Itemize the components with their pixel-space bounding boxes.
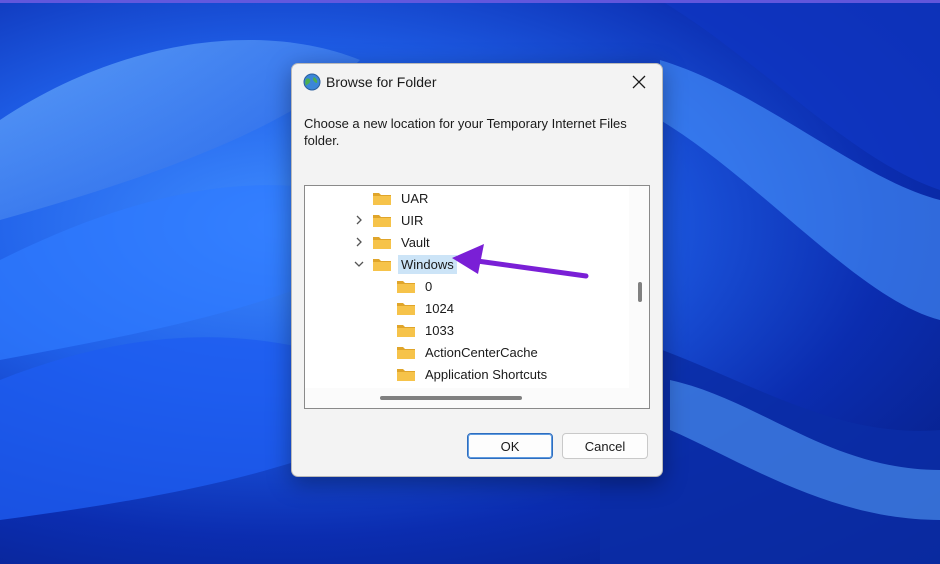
tree-item-label: UAR	[401, 190, 429, 206]
tree-item[interactable]: UIR	[356, 209, 426, 231]
tree-item[interactable]: 1033	[397, 319, 457, 341]
tree-item-label: Windows	[398, 254, 457, 274]
folder-icon	[397, 347, 415, 359]
title-bar: Browse for Folder	[292, 64, 662, 100]
folder-icon	[397, 303, 415, 315]
folder-icon	[373, 215, 391, 227]
tree-item[interactable]: Windows	[354, 253, 457, 275]
tree-item[interactable]: Application Shortcuts	[397, 363, 550, 385]
tree-item[interactable]: 0	[397, 275, 435, 297]
tree-item-label: ActionCenterCache	[425, 344, 538, 360]
ok-button[interactable]: OK	[467, 433, 553, 459]
tree-item-label: 1033	[425, 322, 454, 338]
tree-item-label: Application Shortcuts	[425, 366, 548, 382]
close-icon	[632, 75, 646, 89]
tree-item[interactable]: Vault	[356, 231, 433, 253]
cancel-button[interactable]: Cancel	[562, 433, 648, 459]
horizontal-scrollbar[interactable]	[305, 388, 649, 408]
folder-icon	[397, 369, 415, 381]
vertical-scrollbar[interactable]	[629, 186, 649, 408]
tree-item-label: UIR	[401, 212, 424, 228]
horizontal-scroll-thumb[interactable]	[380, 396, 522, 400]
tree-item-label: 0	[425, 278, 433, 294]
browse-for-folder-dialog: Browse for Folder Choose a new location …	[291, 63, 663, 477]
dialog-title: Browse for Folder	[326, 74, 437, 90]
chevron-right-icon[interactable]	[353, 236, 365, 248]
close-button[interactable]	[616, 64, 662, 100]
folder-icon	[397, 281, 415, 293]
dialog-description: Choose a new location for your Temporary…	[304, 116, 627, 148]
chevron-down-icon[interactable]	[353, 258, 365, 270]
vertical-scroll-thumb[interactable]	[638, 282, 642, 302]
folder-icon	[373, 259, 391, 271]
folder-icon	[397, 325, 415, 337]
tree-item[interactable]: 1024	[397, 297, 457, 319]
tree-item[interactable]: UAR	[373, 187, 431, 209]
folder-tree[interactable]: UAR UIR Vault Windows 0 1024 1033 ActionCenterC…	[304, 185, 650, 409]
globe-icon	[303, 73, 321, 91]
folder-icon	[373, 237, 391, 249]
tree-item[interactable]: ActionCenterCache	[397, 341, 541, 363]
folder-icon	[373, 193, 391, 205]
tree-item-label: Vault	[401, 234, 430, 250]
tree-item-label: 1024	[425, 300, 454, 316]
chevron-right-icon[interactable]	[353, 214, 365, 226]
